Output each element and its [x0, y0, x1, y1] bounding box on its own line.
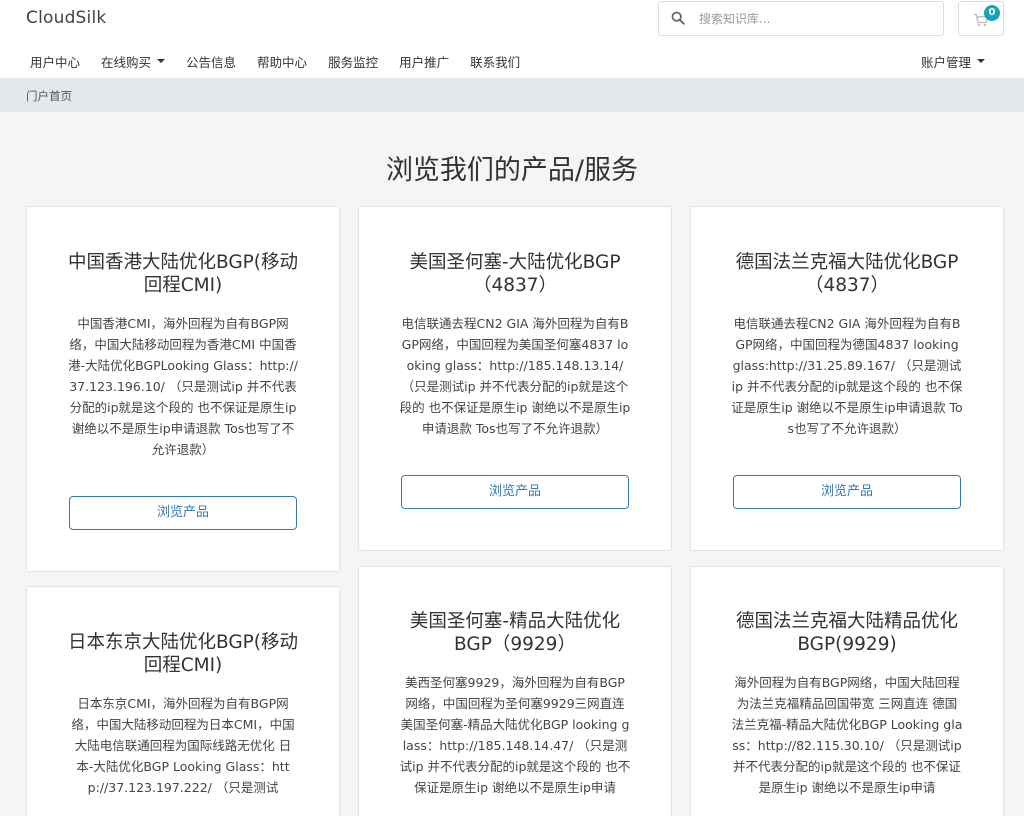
account-menu-label: 账户管理 — [921, 54, 972, 70]
browse-product-button[interactable]: 浏览产品 — [69, 496, 297, 530]
product-description: 美西圣何塞9929，海外回程为自有BGP网络，中国回程为圣何塞9929三网直连 … — [399, 675, 631, 795]
caret-down-icon — [157, 59, 166, 63]
nav-item-label: 用户中心 — [30, 54, 81, 70]
browse-product-button[interactable]: 浏览产品 — [401, 475, 629, 509]
product-title: 美国圣何塞-大陆优化BGP（4837） — [409, 252, 621, 296]
search-box — [658, 1, 944, 36]
nav-item-service-monitor[interactable]: 服务监控 — [328, 52, 378, 71]
nav-item-contact-us[interactable]: 联系我们 — [470, 52, 520, 71]
breadcrumb[interactable]: 门户首页 — [26, 88, 72, 104]
product-description: 海外回程为自有BGP网络，中国大陆回程为法兰克福精品回国带宽 三网直连 德国法兰… — [731, 675, 963, 795]
product-title: 美国圣何塞-精品大陆优化BGP（9929） — [409, 611, 621, 655]
search-icon[interactable] — [671, 11, 685, 25]
brand-logo[interactable]: CloudSilk — [26, 8, 106, 28]
nav-item-help-center[interactable]: 帮助中心 — [257, 52, 307, 71]
search-input[interactable] — [699, 8, 934, 30]
nav-item-label: 用户推广 — [399, 54, 450, 70]
nav-item-online-purchase[interactable]: 在线购买 — [101, 52, 166, 71]
main-nav: 用户中心 在线购买 公告信息 帮助中心 服务监控 用户推广 联系我们 — [30, 50, 541, 72]
cart-button[interactable]: 0 — [958, 1, 1004, 36]
nav-item-user-center[interactable]: 用户中心 — [30, 52, 80, 71]
breadcrumb-bar: 门户首页 — [0, 78, 1024, 112]
nav-item-label: 服务监控 — [328, 54, 379, 70]
product-card: 德国法兰克福大陆优化BGP（4837） 电信联通去程CN2 GIA 海外回程为自… — [690, 206, 1004, 551]
product-card: 美国圣何塞-精品大陆优化BGP（9929） 美西圣何塞9929，海外回程为自有B… — [358, 566, 672, 816]
product-title: 德国法兰克福大陆精品优化BGP(9929) — [735, 611, 958, 655]
product-card: 德国法兰克福大陆精品优化BGP(9929) 海外回程为自有BGP网络，中国大陆回… — [690, 566, 1004, 816]
cart-count-badge: 0 — [984, 5, 1000, 21]
product-card: 日本东京大陆优化BGP(移动回程CMI) 日本东京CMI，海外回程为自有BGP网… — [26, 586, 340, 816]
nav-item-label: 联系我们 — [470, 54, 521, 70]
product-description: 中国香港CMI，海外回程为自有BGP网络，中国大陆移动回程为香港CMI 中国香港… — [68, 316, 298, 457]
product-card: 美国圣何塞-大陆优化BGP（4837） 电信联通去程CN2 GIA 海外回程为自… — [358, 206, 672, 551]
product-title: 中国香港大陆优化BGP(移动回程CMI) — [67, 252, 299, 296]
nav-item-announcements[interactable]: 公告信息 — [186, 52, 236, 71]
product-description: 电信联通去程CN2 GIA 海外回程为自有BGP网络，中国回程为德国4837 l… — [731, 316, 963, 436]
product-description: 日本东京CMI，海外回程为自有BGP网络，中国大陆移动回程为日本CMI，中国大陆… — [71, 696, 295, 795]
product-title: 德国法兰克福大陆优化BGP（4837） — [735, 252, 959, 296]
account-menu[interactable]: 账户管理 — [921, 50, 986, 72]
header: CloudSilk 0 用户中心 在线购买 公告信息 帮助中心 服务监控 用户推… — [0, 0, 1024, 78]
nav-item-label: 帮助中心 — [257, 54, 308, 70]
nav-item-label: 公告信息 — [186, 54, 237, 70]
browse-product-button[interactable]: 浏览产品 — [733, 475, 961, 509]
nav-item-affiliates[interactable]: 用户推广 — [399, 52, 449, 71]
nav-item-label: 在线购买 — [101, 54, 152, 70]
caret-down-icon — [977, 59, 986, 63]
product-title: 日本东京大陆优化BGP(移动回程CMI) — [67, 632, 299, 676]
product-description: 电信联通去程CN2 GIA 海外回程为自有BGP网络，中国回程为美国圣何塞483… — [399, 316, 631, 436]
product-card: 中国香港大陆优化BGP(移动回程CMI) 中国香港CMI，海外回程为自有BGP网… — [26, 206, 340, 572]
page-title: 浏览我们的产品/服务 — [385, 155, 639, 186]
